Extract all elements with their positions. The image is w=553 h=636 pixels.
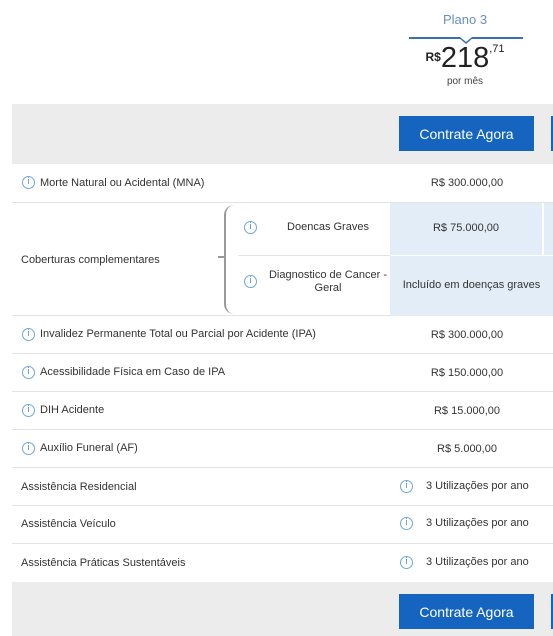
coverage-row-af: i Auxílio Funeral (AF) R$ 5.000,00 xyxy=(12,430,553,468)
info-icon[interactable]: i xyxy=(22,366,35,379)
coverage-label: Auxílio Funeral (AF) xyxy=(40,442,138,454)
coverage-label: Invalidez Permanente Total ou Parcial po… xyxy=(40,328,316,340)
coverage-value: R$ 15.000,00 xyxy=(433,405,501,417)
assistance-row-veiculo: Assistência Veículo i 3 Utilizações por … xyxy=(12,506,553,544)
complementary-coverages: Coberturas complementares R$ 75.000,00 I… xyxy=(12,203,553,316)
info-icon[interactable]: i xyxy=(400,556,413,569)
contrate-agora-button-top[interactable]: Contrate Agora xyxy=(399,116,534,151)
sub-coverage-label: Doencas Graves xyxy=(287,221,369,233)
coverage-value: R$ 300.000,00 xyxy=(430,329,504,341)
assistance-value: 3 Utilizações por ano xyxy=(426,517,529,529)
coverage-row-dih: i DIH Acidente R$ 15.000,00 xyxy=(12,392,553,430)
info-icon[interactable]: i xyxy=(400,480,413,493)
price-cents: ,71 xyxy=(489,43,505,55)
info-icon[interactable]: i xyxy=(244,221,257,234)
info-icon[interactable]: i xyxy=(400,517,413,530)
assistance-label: Assistência Residencial xyxy=(21,481,137,493)
info-icon[interactable]: i xyxy=(22,404,35,417)
price-period: por mês xyxy=(446,76,484,87)
coverage-row-mna: i Morte Natural ou Acidental (MNA) R$ 30… xyxy=(12,164,553,203)
assistance-row-sustentaveis: Assistência Práticas Sustentáveis i 3 Ut… xyxy=(12,544,553,582)
cta-band-top: Contrate Agora xyxy=(12,104,553,164)
value-cell-cancer: Incluído em doenças graves xyxy=(390,256,553,316)
coverage-label: Acessibilidade Física em Caso de IPA xyxy=(40,366,226,378)
assistance-value: 3 Utilizações por ano xyxy=(426,480,529,492)
plan-name: Plano 3 xyxy=(442,12,488,27)
brace xyxy=(224,205,236,314)
coverage-value: R$ 5.000,00 xyxy=(437,443,497,455)
coverage-value: R$ 300.000,00 xyxy=(430,177,504,189)
coverage-label: Morte Natural ou Acidental (MNA) xyxy=(40,177,205,189)
doencas-graves-value: R$ 75.000,00 xyxy=(432,222,500,234)
coverage-row-ipa: i Invalidez Permanente Total ou Parcial … xyxy=(12,316,553,354)
cancer-value: Incluído em doenças graves xyxy=(402,279,541,291)
contrate-agora-button-bottom[interactable]: Contrate Agora xyxy=(399,594,534,629)
assistance-label: Assistência Veículo xyxy=(21,518,116,530)
info-icon[interactable]: i xyxy=(22,176,35,189)
assistance-value: 3 Utilizações por ano xyxy=(426,556,529,568)
assistance-row-residencial: Assistência Residencial i 3 Utilizações … xyxy=(12,468,553,506)
complementary-label: Coberturas complementares xyxy=(21,254,160,266)
coverage-label: DIH Acidente xyxy=(40,404,105,416)
info-icon[interactable]: i xyxy=(22,442,35,455)
info-icon[interactable]: i xyxy=(244,275,257,288)
sub-coverage-label: Diagnostico de Cancer - Geral xyxy=(268,269,387,294)
plan-header: Plano 3 R$218,71 por mês xyxy=(0,0,553,104)
coverage-value: R$ 150.000,00 xyxy=(430,367,504,379)
assistance-label: Assistência Práticas Sustentáveis xyxy=(21,557,186,569)
value-cell-doencas: R$ 75.000,00 xyxy=(390,203,542,255)
plan-price: R$218,71 xyxy=(395,42,535,75)
price-currency: R$ xyxy=(425,50,441,64)
price-integer: 218 xyxy=(440,42,490,74)
coverage-row-acessibilidade: i Acessibilidade Física em Caso de IPA R… xyxy=(12,354,553,392)
cta-band-bottom: Contrate Agora xyxy=(12,582,553,636)
info-icon[interactable]: i xyxy=(22,328,35,341)
